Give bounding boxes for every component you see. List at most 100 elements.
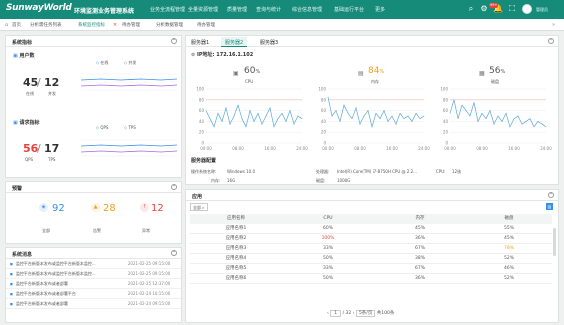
column-settings-icon[interactable]: ▥ bbox=[546, 203, 553, 210]
next-page-icon[interactable]: › bbox=[353, 311, 355, 316]
search-icon[interactable]: ⌕ bbox=[466, 4, 476, 14]
config-processor-value: Intel(R) Core(TM) i7-8750H CPU @ 2.2... bbox=[337, 169, 417, 174]
table-row[interactable]: 应用名称4 50% 38% 52% bbox=[190, 254, 552, 264]
avatar[interactable] bbox=[522, 4, 532, 14]
home-icon[interactable]: ⌂ bbox=[5, 22, 8, 28]
settings-icon[interactable]: ⚙ bbox=[479, 4, 489, 14]
system-title: 环境监测业务管理系统 bbox=[74, 8, 135, 15]
data-point bbox=[241, 118, 243, 119]
page-size-select[interactable]: 5条/页 bbox=[355, 310, 376, 317]
data-point bbox=[457, 118, 459, 119]
collapse-icon[interactable]: ⌃ bbox=[171, 250, 177, 256]
page-input[interactable]: 1 bbox=[330, 310, 342, 317]
message-item[interactable]: ■ 监控平台新版本发布或者部署 2021-02-25 12:37:00 bbox=[6, 279, 181, 289]
nav-item-resources[interactable]: 全量资源管理 bbox=[188, 6, 218, 13]
config-processor-label: 处理器: bbox=[316, 169, 330, 174]
message-text: 监控平台新版本发布或者部署平台 bbox=[15, 290, 76, 296]
requests-title-text: 请求指标 bbox=[19, 120, 40, 126]
collapse-icon[interactable]: ⌃ bbox=[548, 38, 554, 44]
close-tab-icon[interactable]: × bbox=[113, 22, 117, 28]
x-tick-label: 08:00 bbox=[476, 146, 488, 151]
message-text: 监控平台新版本发布或者部署 bbox=[15, 280, 68, 286]
message-list: ■ 监控平台新版本发布或监控平台新版本监控... 2021-02-25 09:15:… bbox=[6, 259, 181, 309]
apps-panel: 应用 ⌃ 全部 ▾ ▥ 应用名称 CPU 内存 磁盘 应用名称1 60% 45% 55%… bbox=[185, 189, 559, 323]
data-point bbox=[229, 123, 231, 125]
data-point bbox=[327, 96, 329, 98]
error-icon: ! bbox=[140, 203, 149, 212]
cpu-icon: ▣ bbox=[233, 70, 239, 77]
data-point bbox=[489, 110, 491, 111]
data-point bbox=[347, 113, 349, 114]
table-row[interactable]: 应用名称6 50% 36% 52% bbox=[190, 274, 552, 284]
data-point bbox=[537, 121, 539, 122]
table-row[interactable]: 应用名称1 60% 45% 55% bbox=[190, 224, 552, 234]
message-item[interactable]: ■ 监控平台新版本发布或监控平台新版本监控... 2021-02-25 09:15:… bbox=[6, 259, 181, 269]
brand-logo: SunwayWorld bbox=[6, 3, 72, 13]
data-point bbox=[501, 121, 503, 122]
data-point bbox=[367, 110, 369, 111]
nav-item-quality[interactable]: 质量管理 bbox=[227, 6, 247, 13]
warning-icon: ▲ bbox=[91, 203, 100, 212]
cell-cpu: 50% bbox=[322, 276, 333, 281]
apps-table: 应用名称 CPU 内存 磁盘 应用名称1 60% 45% 55% 应用名称2 100% 36… bbox=[190, 214, 552, 301]
data-point bbox=[453, 99, 455, 101]
collapse-icon[interactable]: ⌃ bbox=[171, 184, 177, 190]
config-memory-value: 16G bbox=[227, 178, 236, 183]
nav-item-query[interactable]: 查询与统计 bbox=[256, 6, 281, 13]
data-point bbox=[387, 121, 389, 122]
data-point bbox=[407, 115, 409, 117]
alert-all-label: 全部 bbox=[42, 228, 50, 233]
table-row[interactable]: 应用名称2 100% 36% 45% bbox=[190, 234, 552, 244]
nav-item-business[interactable]: 业务全流程管理 bbox=[150, 6, 185, 13]
tab-system-monitor[interactable]: 系统监控指标 bbox=[78, 22, 105, 28]
tab-more-icon[interactable]: » bbox=[552, 22, 555, 28]
collapse-icon[interactable]: ⌃ bbox=[171, 38, 177, 44]
data-point bbox=[415, 113, 417, 114]
ip-address: ⊚ IP地址: 172.16.1.102 bbox=[191, 51, 253, 58]
cell-memory: 36% bbox=[414, 236, 425, 241]
tab-analysis-list[interactable]: 分析需任务列表 bbox=[30, 22, 62, 28]
data-point bbox=[343, 104, 345, 106]
speaker-icon: ■ bbox=[10, 291, 13, 296]
legend-qps-text: QPS bbox=[100, 125, 109, 130]
config-memory-label: 内存: bbox=[211, 178, 221, 183]
disk-line-chart: 100 80 60 40 20 000:00 08:00 16:00 24:00 bbox=[440, 87, 552, 152]
tab-analysis-data[interactable]: 分析数据管理 bbox=[156, 22, 183, 28]
tab-server-1[interactable]: 服务器1 bbox=[191, 39, 209, 46]
table-row[interactable]: 应用名称5 33% 67% 46% bbox=[190, 264, 552, 274]
cell-name: 应用名称1 bbox=[225, 226, 247, 231]
panel-title: 系统指标 bbox=[12, 40, 33, 46]
cell-cpu: 50% bbox=[322, 256, 333, 261]
data-point bbox=[213, 126, 215, 128]
legend-concurrent-text: 并发 bbox=[128, 60, 137, 65]
data-point bbox=[269, 107, 271, 109]
collapse-icon[interactable]: ⌃ bbox=[548, 192, 554, 198]
message-item[interactable]: ■ 监控平台新版本发布或者部署 2021-02-24 09:15:00 bbox=[6, 299, 181, 309]
tps-label: TPS bbox=[48, 157, 56, 162]
message-item[interactable]: ■ 监控平台新版本发布或者部署平台 2021-02-24 10:15:00 bbox=[6, 289, 181, 299]
col-name: 应用名称 bbox=[227, 216, 245, 221]
cell-memory: 38% bbox=[414, 256, 425, 261]
filter-select[interactable]: 全部 ▾ bbox=[190, 203, 208, 211]
data-point bbox=[473, 102, 475, 103]
message-item[interactable]: ■ 监控平台新版本发布或监控平台新版本监控... 2021-02-25 09:15:… bbox=[6, 269, 181, 279]
data-point bbox=[351, 118, 353, 119]
mem-unit: % bbox=[379, 69, 385, 75]
data-point bbox=[301, 118, 303, 119]
col-cpu: CPU bbox=[323, 216, 333, 221]
nav-item-more[interactable]: 更多 bbox=[375, 6, 385, 13]
tab-server-3[interactable]: 服务器3 bbox=[260, 39, 278, 46]
username[interactable]: 管理员 bbox=[536, 7, 548, 13]
nav-item-info[interactable]: 综合信息管理 bbox=[292, 6, 322, 13]
cell-disk: 46% bbox=[503, 266, 514, 271]
nav-item-platform[interactable]: 基础运行平台 bbox=[334, 6, 364, 13]
prev-page-icon[interactable]: ‹ bbox=[327, 311, 329, 316]
scrollbar[interactable] bbox=[553, 228, 556, 256]
table-row[interactable]: 应用名称3 33% 67% 78% bbox=[190, 244, 552, 254]
tab-server-2[interactable]: 服务器2 bbox=[221, 37, 248, 47]
cpu-label: CPU bbox=[245, 79, 254, 84]
tab-todo[interactable]: 待办管理 bbox=[122, 22, 140, 28]
tab-home[interactable]: 首页 bbox=[12, 22, 21, 28]
fullscreen-icon[interactable]: ⛶ bbox=[507, 4, 517, 14]
tab-todo-2[interactable]: 待办管理 bbox=[197, 22, 215, 28]
